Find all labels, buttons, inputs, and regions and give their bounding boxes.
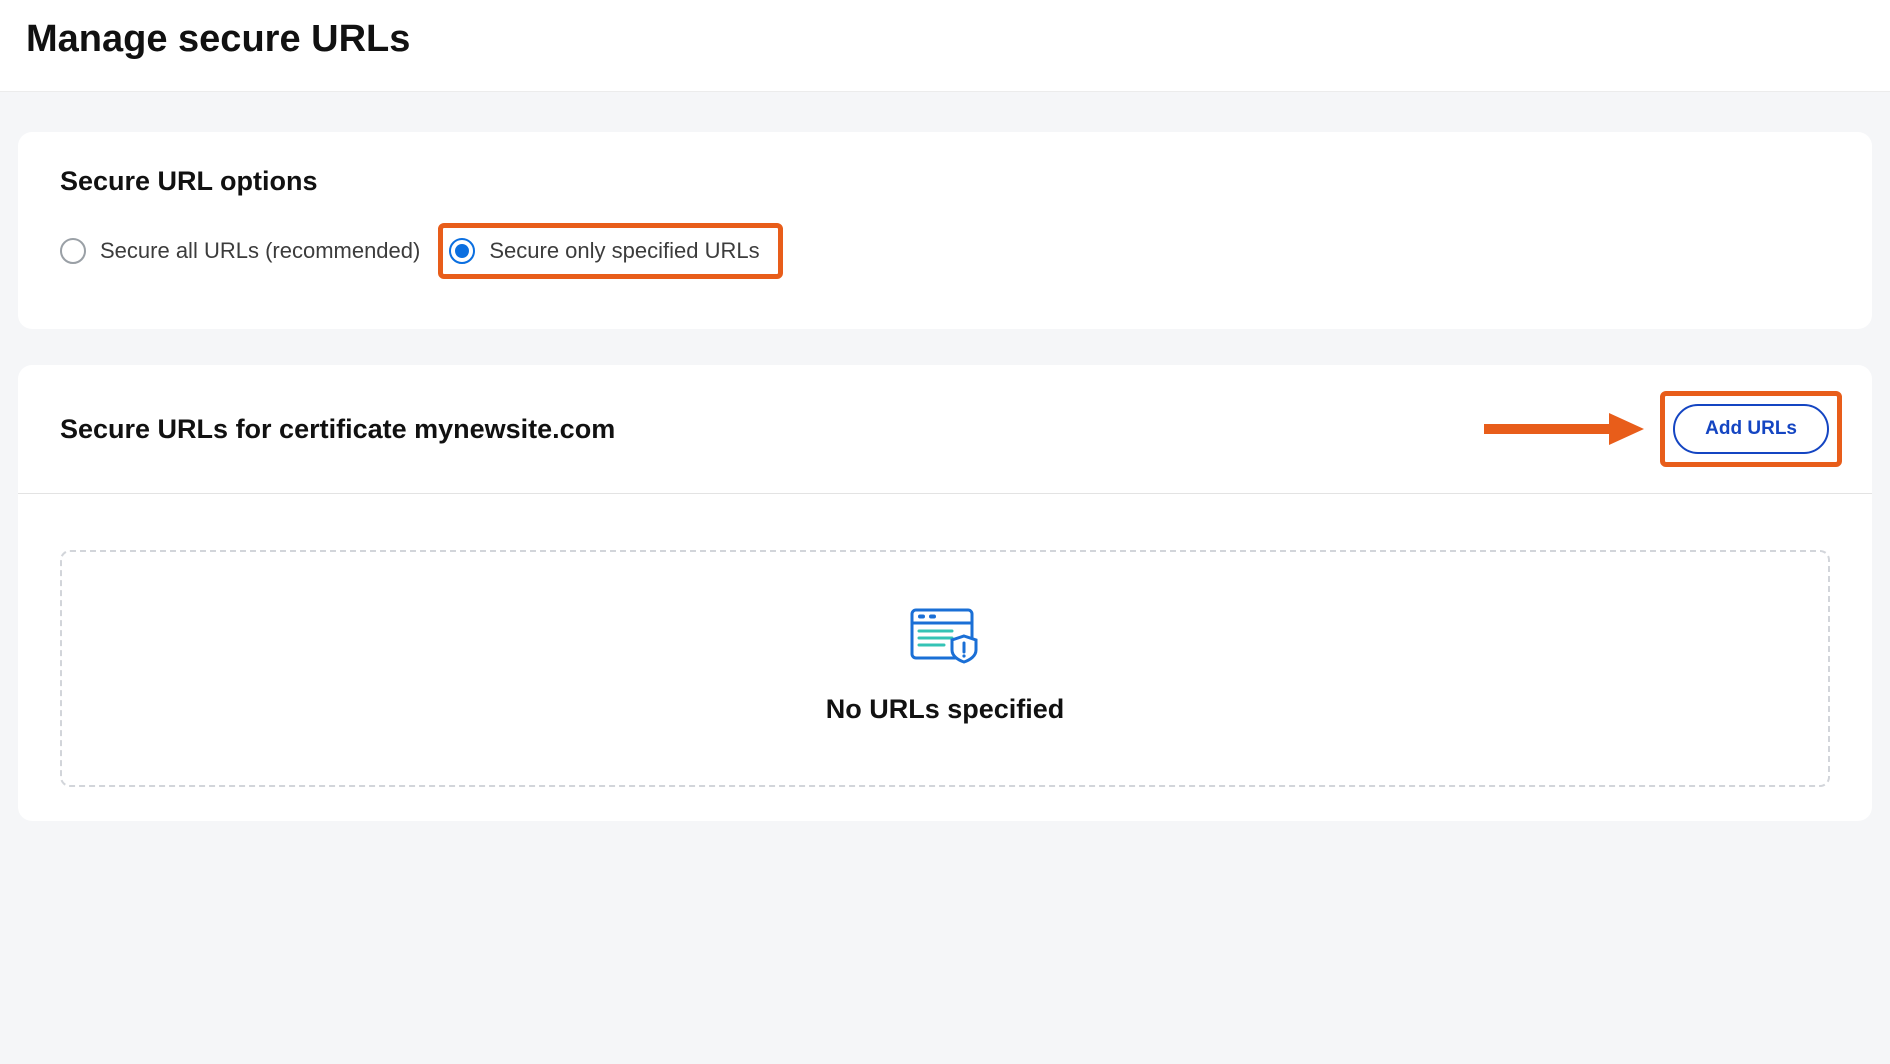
- add-urls-button[interactable]: Add URLs: [1673, 404, 1829, 454]
- browser-shield-icon: [910, 608, 980, 664]
- page-header: Manage secure URLs: [0, 0, 1890, 92]
- highlight-annotation: Secure only specified URLs: [438, 223, 782, 279]
- empty-state-text: No URLs specified: [826, 694, 1065, 725]
- radio-secure-specified[interactable]: Secure only specified URLs: [449, 238, 759, 264]
- header-right: Add URLs: [1484, 391, 1842, 467]
- empty-state: No URLs specified: [60, 550, 1830, 787]
- radio-inner-dot: [455, 244, 469, 258]
- cert-title: Secure URLs for certificate mynewsite.co…: [60, 414, 615, 445]
- main-content: Secure URL options Secure all URLs (reco…: [0, 92, 1890, 877]
- secure-urls-header: Secure URLs for certificate mynewsite.co…: [18, 365, 1872, 494]
- page-title: Manage secure URLs: [26, 18, 1864, 61]
- radio-secure-specified-label: Secure only specified URLs: [489, 238, 759, 264]
- secure-urls-body: No URLs specified: [18, 494, 1872, 821]
- radio-secure-all-label: Secure all URLs (recommended): [100, 238, 420, 264]
- radio-icon-selected: [449, 238, 475, 264]
- add-button-highlight-annotation: Add URLs: [1660, 391, 1842, 467]
- radio-group: Secure all URLs (recommended) Secure onl…: [60, 223, 1830, 279]
- arrow-annotation-icon: [1484, 409, 1644, 449]
- secure-options-card: Secure URL options Secure all URLs (reco…: [18, 132, 1872, 329]
- options-card-title: Secure URL options: [60, 166, 1830, 197]
- radio-icon: [60, 238, 86, 264]
- secure-urls-card: Secure URLs for certificate mynewsite.co…: [18, 365, 1872, 821]
- radio-secure-all[interactable]: Secure all URLs (recommended): [60, 238, 420, 264]
